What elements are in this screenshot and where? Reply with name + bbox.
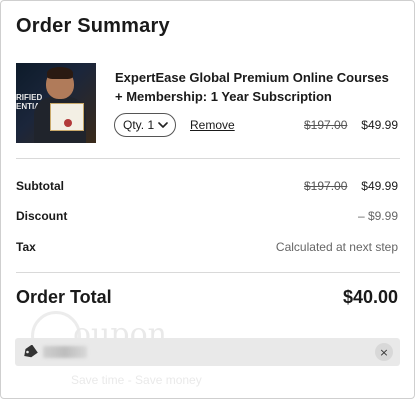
product-thumbnail: RIFIED ENTIALS: [16, 63, 96, 143]
order-summary-panel: Order Summary RIFIED ENTIALS ExpertEase …: [0, 0, 415, 399]
discount-value: – $9.99: [357, 209, 398, 223]
coupon-code: [43, 346, 87, 358]
quantity-select[interactable]: Qty. 1: [114, 113, 176, 137]
order-total-value: $40.00: [342, 287, 398, 307]
subtotal-original-price: $197.00: [304, 179, 348, 193]
tax-label: Tax: [16, 240, 36, 254]
page-title: Order Summary: [16, 15, 170, 37]
subtotal-label: Subtotal: [16, 179, 64, 193]
item-original-price: $197.00: [304, 118, 348, 132]
remove-coupon-button[interactable]: ×: [375, 343, 393, 361]
item-current-price: $49.99: [361, 118, 398, 132]
tag-icon: [24, 345, 38, 358]
order-total-label: Order Total: [16, 287, 112, 307]
remove-link[interactable]: Remove: [190, 118, 235, 132]
quantity-label: Qty. 1: [123, 118, 155, 132]
watermark-tagline: Save time - Save money: [71, 373, 202, 387]
product-name: ExpertEase Global Premium Online Courses…: [115, 70, 389, 104]
applied-coupon-chip: ×: [15, 338, 400, 366]
divider: [16, 272, 400, 273]
discount-label: Discount: [16, 209, 68, 223]
tax-value: Calculated at next step: [275, 240, 398, 254]
certificate-image: [50, 103, 84, 131]
divider: [16, 158, 400, 159]
chevron-down-icon: [158, 122, 168, 128]
close-icon: ×: [379, 345, 389, 359]
subtotal-value: $49.99: [361, 179, 398, 193]
